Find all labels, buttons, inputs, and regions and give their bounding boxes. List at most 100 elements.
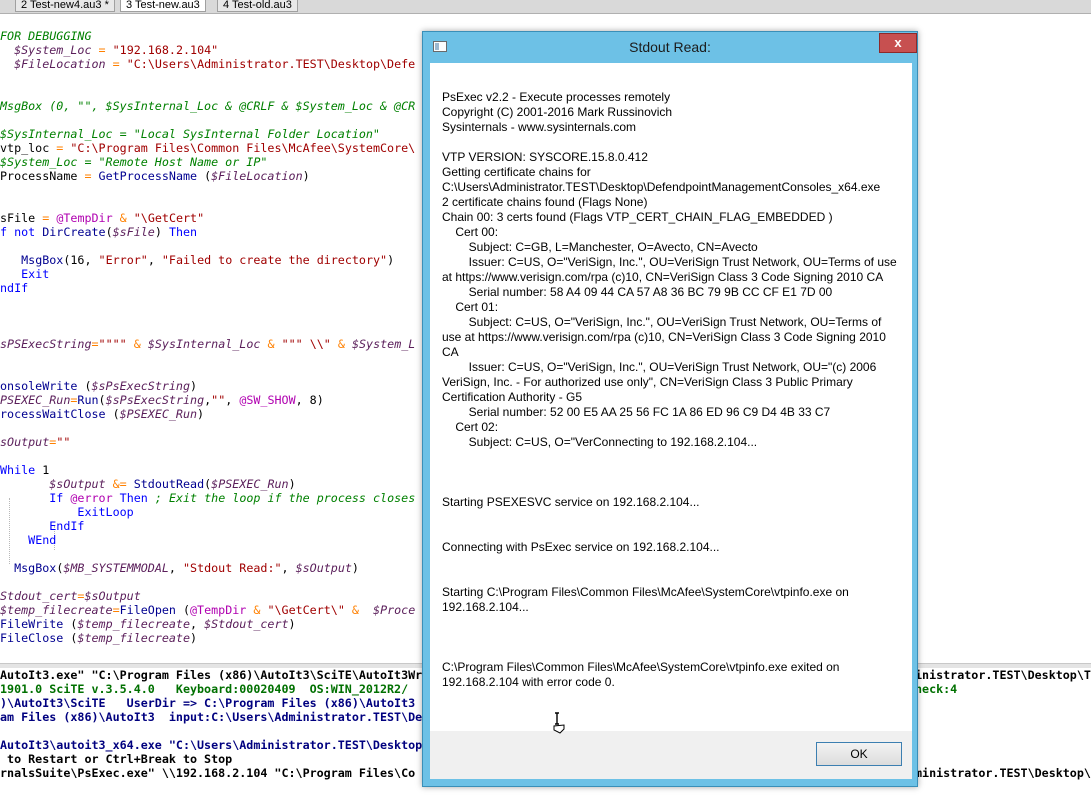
stdout-read-dialog: Stdout Read: x PsExec v2.2 - Execute pro… xyxy=(422,31,918,787)
dialog-title-bar[interactable]: Stdout Read: x xyxy=(423,32,917,62)
output-line: )\AutoIt3\SciTE UserDir => C:\Program Fi… xyxy=(0,696,416,710)
output-line-tail: inistrator.TEST\Desktop\Te xyxy=(915,668,1091,682)
code-line: $System_Loc = "Remote Host Name or IP" xyxy=(0,155,267,169)
code-token: ) xyxy=(387,253,395,267)
code-line: f not DirCreate($sFile) Then xyxy=(0,225,197,239)
code-token: $SysInternal_Loc = "Local SysInternal Fo… xyxy=(0,127,380,141)
message-line xyxy=(442,570,902,585)
code-token: FileOpen xyxy=(119,603,176,617)
code-token: MsgBox xyxy=(14,561,57,575)
code-token: """ \\" xyxy=(281,337,331,351)
code-token: $Stdout_cert xyxy=(204,617,289,631)
code-token: $MB_SYSTEMMODAL xyxy=(63,561,169,575)
message-line: VTP VERSION: SYSCORE.15.8.0.412 xyxy=(442,150,648,164)
code-token: "Stdout Read:" xyxy=(183,561,282,575)
code-line: $FileLocation = "C:\Users\Administrator.… xyxy=(0,57,415,71)
message-line: Subject: C=GB, L=Manchester, O=Avecto, C… xyxy=(442,240,758,254)
code-token: ) xyxy=(190,631,198,645)
code-token: Run xyxy=(77,393,99,407)
output-line: am Files (x86)\AutoIt3 input:C:\Users\Ad… xyxy=(0,710,423,724)
code-token: ) xyxy=(154,225,169,239)
output-line: AutoIt3.exe" "C:\Program Files (x86)\Aut… xyxy=(0,668,430,682)
code-token: ( xyxy=(175,603,191,617)
code-token: $SysInternal_Loc xyxy=(147,337,261,351)
code-token: $sOutput xyxy=(84,589,141,603)
code-token: """" xyxy=(98,337,127,351)
dialog-message: PsExec v2.2 - Execute processes remotely… xyxy=(442,75,902,690)
message-line: Issuer: C=US, O="VeriSign, Inc.", OU=Ver… xyxy=(442,255,901,284)
message-line: Serial number: 58 A4 09 44 CA 57 A8 36 B… xyxy=(442,285,833,299)
code-token: $System_Loc xyxy=(14,43,92,57)
code-line: ExitLoop xyxy=(0,505,133,519)
code-token: sOutput xyxy=(0,435,50,449)
message-line: Cert 00: xyxy=(442,225,499,239)
code-token: WEnd xyxy=(28,533,57,547)
code-token: ; Exit the loop if the process closes xyxy=(154,491,416,505)
message-line xyxy=(442,465,902,480)
message-line: Copyright (C) 2001-2016 Mark Russinovich xyxy=(442,105,673,119)
code-token: ) xyxy=(197,407,205,421)
close-button[interactable]: x xyxy=(879,33,917,53)
message-line: 2 certificate chains found (Flags None) xyxy=(442,195,648,209)
code-token: $Proce xyxy=(373,603,416,617)
code-token: &= xyxy=(112,477,127,491)
code-token: & xyxy=(119,211,127,225)
code-line: MsgBox (0, "", $SysInternal_Loc & @CRLF … xyxy=(0,99,415,113)
code-token: ) xyxy=(288,477,296,491)
code-token: $FileLocation xyxy=(14,57,106,71)
code-token: "Failed to create the directory" xyxy=(161,253,388,267)
code-line: WEnd xyxy=(0,533,56,547)
code-token: DirCreate xyxy=(42,225,106,239)
code-line: Exit xyxy=(0,267,49,281)
code-line: sOutput="" xyxy=(0,435,70,449)
message-line: Starting C:\Program Files\Common Files\M… xyxy=(442,585,853,614)
dialog-message-area: PsExec v2.2 - Execute processes remotely… xyxy=(430,63,912,731)
code-token: $PSEXEC_Run xyxy=(211,477,289,491)
code-token: "\GetCert\" xyxy=(267,603,345,617)
code-line: FileClose ($temp_filecreate) xyxy=(0,631,197,645)
code-token: $sPsExecString xyxy=(105,393,205,407)
code-token: StdoutRead xyxy=(133,477,205,491)
code-token: $sOutput xyxy=(49,477,106,491)
code-line: MsgBox(16, "Error", "Failed to create th… xyxy=(0,253,394,267)
message-line: Subject: C=US, O="VeriSign, Inc.", OU=Ve… xyxy=(442,315,890,359)
code-token: MsgBox (0, "", $SysInternal_Loc & @CRLF … xyxy=(0,99,416,113)
message-line: C:\Users\Administrator.TEST\Desktop\Defe… xyxy=(442,180,881,194)
code-token: ndIf xyxy=(0,281,29,295)
message-line xyxy=(442,630,902,645)
tab-test-new4[interactable]: 2 Test-new4.au3 * xyxy=(15,0,115,12)
tab-test-new[interactable]: 3 Test-new.au3 xyxy=(120,0,206,12)
ok-button[interactable]: OK xyxy=(816,742,902,766)
code-token: Then xyxy=(119,491,148,505)
code-line: ndIf xyxy=(0,281,28,295)
code-token: ( xyxy=(105,225,113,239)
code-token: @TempDir xyxy=(190,603,247,617)
editor-tab-bar: 2 Test-new4.au3 * 3 Test-new.au3 4 Test-… xyxy=(0,0,1091,14)
code-token: = xyxy=(98,43,106,57)
code-line: EndIf xyxy=(0,519,84,533)
code-token: ) xyxy=(190,379,198,393)
code-token: ( xyxy=(197,169,212,183)
code-line: rocessWaitClose ($PSEXEC_Run) xyxy=(0,407,204,421)
code-token: $temp_filecreate xyxy=(77,631,191,645)
message-line xyxy=(442,450,902,465)
dialog-button-bar: OK xyxy=(430,731,912,779)
code-line: FileWrite ($temp_filecreate, $Stdout_cer… xyxy=(0,617,296,631)
message-line: Sysinternals - www.sysinternals.com xyxy=(442,120,637,134)
code-token: $System_Loc = "Remote Host Name or IP" xyxy=(0,155,268,169)
code-line: $sOutput &= StdoutRead($PSEXEC_Run) xyxy=(0,477,296,491)
code-token: f not xyxy=(0,225,43,239)
code-token: , xyxy=(281,561,296,575)
code-token: = xyxy=(112,603,120,617)
tab-test-old[interactable]: 4 Test-old.au3 xyxy=(217,0,298,12)
message-line: Cert 02: xyxy=(442,420,499,434)
